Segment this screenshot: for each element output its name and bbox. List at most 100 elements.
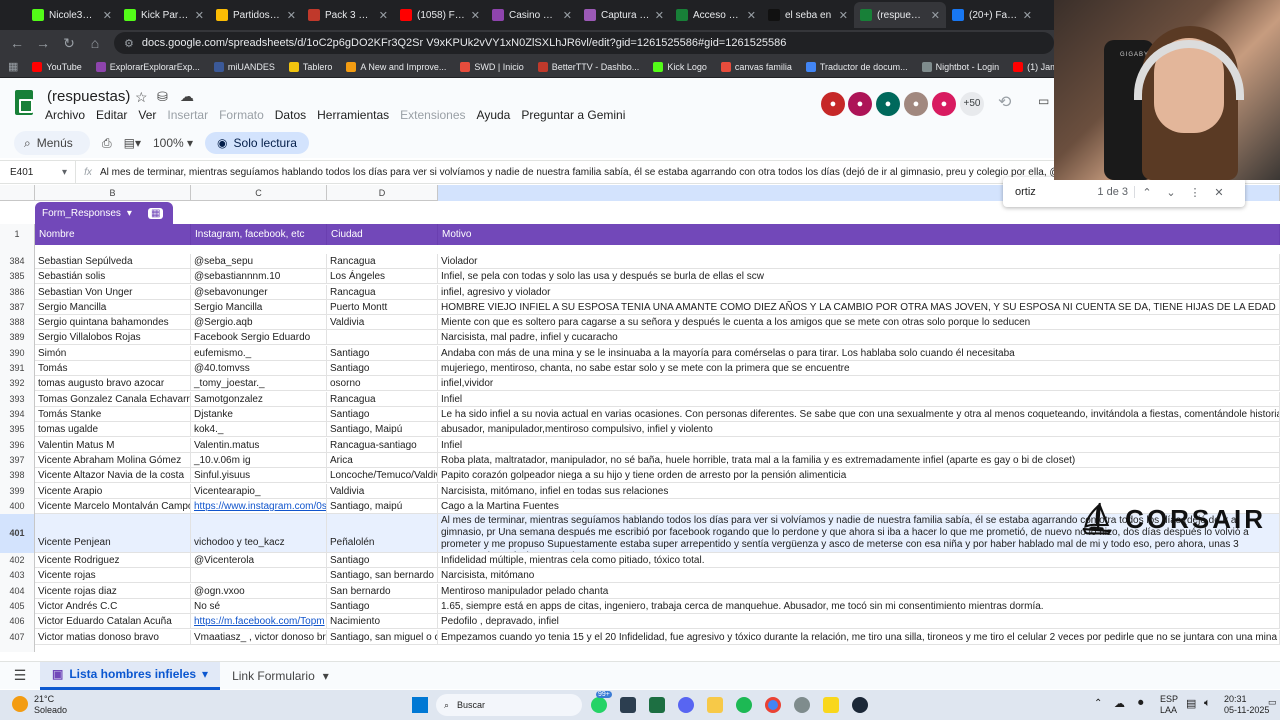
cell-city[interactable]: Valdivia <box>327 484 438 498</box>
cell-reason[interactable]: Papito corazón golpeador niega a su hijo… <box>438 468 1280 482</box>
cell-name[interactable]: Vicente Rodriguez <box>35 553 191 567</box>
cell-name[interactable]: Vicente Penjean <box>35 514 191 552</box>
cell-name[interactable]: Sebastián solis <box>35 269 191 283</box>
close-tab-icon[interactable]: ✕ <box>379 9 388 22</box>
sheets-logo-icon[interactable] <box>15 90 33 115</box>
windows-start-icon[interactable] <box>412 697 428 713</box>
cell-reason[interactable]: Infidelidad múltiple, mientras cela como… <box>438 553 1280 567</box>
row-number[interactable]: 401 <box>0 514 34 553</box>
row-number[interactable]: 396 <box>0 438 34 453</box>
row-number[interactable]: 407 <box>0 630 34 645</box>
bookmark-item[interactable]: A New and Improve... <box>346 61 446 72</box>
cell-city[interactable]: Santiago, maipú <box>327 499 438 513</box>
browser-tab[interactable]: Partidos de I ✕ <box>210 2 302 28</box>
cell-city[interactable]: Arica <box>327 453 438 467</box>
bookmark-item[interactable]: YouTube <box>32 61 82 72</box>
menu-archivo[interactable]: Archivo <box>45 108 85 122</box>
bookmark-item[interactable]: ExplorarExplorarExp... <box>95 61 200 72</box>
cell-social[interactable]: vichodoo y teo_kacz <box>191 514 327 552</box>
close-tab-icon[interactable]: ✕ <box>747 9 756 22</box>
star-icon[interactable]: ☆ <box>135 89 148 106</box>
browser-tab[interactable]: Nicole3e Str ✕ <box>26 2 118 28</box>
cell-city[interactable]: Santiago <box>327 553 438 567</box>
row-number[interactable]: 398 <box>0 468 34 483</box>
cell-city[interactable]: Santiago <box>327 361 438 375</box>
spotify-icon[interactable] <box>736 697 752 713</box>
cell-city[interactable]: Nacimiento <box>327 614 438 628</box>
cell-city[interactable]: Peñalolén <box>327 514 438 552</box>
notifications-icon[interactable]: ▭ <box>1268 697 1277 708</box>
terminal-icon[interactable] <box>620 697 636 713</box>
cell-city[interactable]: Santiago, san bernardo <box>327 568 438 582</box>
cell-social[interactable]: https://m.facebook.com/Topm <box>191 614 327 628</box>
row-number[interactable]: 1 <box>0 224 34 245</box>
paint-format-icon[interactable]: ▤▾ <box>124 136 141 150</box>
cell-name[interactable]: Sergio Villalobos Rojas <box>35 330 191 344</box>
menu-extensiones[interactable]: Extensiones <box>400 108 465 122</box>
sheet-tab[interactable]: Link Formulario ▾ <box>220 669 341 683</box>
cell-name[interactable]: Tomas Gonzalez Canala Echavarria <box>35 392 191 406</box>
history-icon[interactable]: ⟲ <box>998 92 1011 112</box>
cell-social[interactable]: No sé <box>191 599 327 613</box>
cell-social[interactable]: @sebastiannnm.10 <box>191 269 327 283</box>
cell-social[interactable]: Sergio Mancilla <box>191 300 327 314</box>
bookmark-item[interactable]: Traductor de docum... <box>805 61 908 72</box>
browser-tab[interactable]: (1058) FELIZ ✕ <box>394 2 486 28</box>
cell-social[interactable]: https://www.instagram.com/0s <box>191 499 327 513</box>
cell-name[interactable]: Tomás Stanke <box>35 407 191 421</box>
discord-icon[interactable] <box>678 697 694 713</box>
close-tab-icon[interactable]: ✕ <box>563 9 572 22</box>
close-tab-icon[interactable]: ✕ <box>655 9 664 22</box>
search-menus-button[interactable]: ⌕ Menús <box>14 131 90 155</box>
chevron-down-icon[interactable]: ▾ <box>323 669 329 683</box>
settings-icon[interactable] <box>794 697 810 713</box>
site-info-icon[interactable]: ⚙ <box>124 37 134 50</box>
cell-social[interactable]: Djstanke <box>191 407 327 421</box>
menu-ayuda[interactable]: Ayuda <box>477 108 511 122</box>
menu-datos[interactable]: Datos <box>275 108 306 122</box>
cell-city[interactable]: Puerto Montt <box>327 300 438 314</box>
bookmark-item[interactable]: Tablero <box>288 61 332 72</box>
cell-reason[interactable]: Andaba con más de una mina y se le insin… <box>438 346 1280 360</box>
cell-social[interactable]: @Sergio.aqb <box>191 315 327 329</box>
close-tab-icon[interactable]: ✕ <box>103 9 112 22</box>
cell-social[interactable]: Valentin.matus <box>191 438 327 452</box>
add-sheet-icon[interactable]: ☰ <box>0 667 40 684</box>
document-title[interactable]: (respuestas) <box>47 88 130 105</box>
row-number[interactable]: 402 <box>0 553 34 568</box>
cell-reason[interactable]: Narcisista, mitómano, infiel en todas su… <box>438 484 1280 498</box>
menu-herramientas[interactable]: Herramientas <box>317 108 389 122</box>
row-number[interactable]: 389 <box>0 330 34 345</box>
row-number[interactable]: 395 <box>0 422 34 437</box>
collaborator-avatar[interactable]: ● <box>876 92 900 116</box>
keyboard-lang-2[interactable]: LAA <box>1160 705 1177 715</box>
whatsapp-icon[interactable] <box>591 697 607 713</box>
cell-name[interactable]: Sergio quintana bahamondes <box>35 315 191 329</box>
zoom-select[interactable]: 100% ▾ <box>153 136 193 150</box>
cell-social[interactable]: @sebavonunger <box>191 285 327 299</box>
cell-city[interactable]: Loncoche/Temuco/Valdivia <box>327 468 438 482</box>
bookmark-item[interactable]: canvas familia <box>720 61 792 72</box>
onedrive-icon[interactable]: ☁ <box>1114 697 1125 710</box>
cell-name[interactable]: Vicente Arapio <box>35 484 191 498</box>
cell-reason[interactable]: mujeriego, mentiroso, chanta, no sabe es… <box>438 361 1280 375</box>
row-number[interactable]: 387 <box>0 300 34 315</box>
collaborator-avatar[interactable]: ● <box>904 92 928 116</box>
cell-social[interactable]: Samotgonzalez <box>191 392 327 406</box>
cell-city[interactable]: Santiago <box>327 599 438 613</box>
cell-name[interactable]: Victor matias donoso bravo <box>35 630 191 644</box>
menu-editar[interactable]: Editar <box>96 108 127 122</box>
previous-result-icon[interactable]: ⌃ <box>1135 186 1159 199</box>
cell-name[interactable]: tomas ugalde <box>35 422 191 436</box>
cell-city[interactable]: Santiago <box>327 346 438 360</box>
steam-icon[interactable] <box>852 697 868 713</box>
more-collaborators-badge[interactable]: +50 <box>960 92 984 116</box>
browser-tab[interactable]: Casino onlin ✕ <box>486 2 578 28</box>
cell-name[interactable]: Vicente rojas <box>35 568 191 582</box>
sticky-notes-icon[interactable] <box>823 697 839 713</box>
close-tab-icon[interactable]: ✕ <box>471 9 480 22</box>
keyboard-lang-1[interactable]: ESP <box>1160 694 1178 704</box>
clock-date[interactable]: 05-11-2025 <box>1224 705 1269 715</box>
microphone-icon[interactable]: ⏺ <box>1138 697 1144 710</box>
collaborator-avatar[interactable]: ● <box>848 92 872 116</box>
